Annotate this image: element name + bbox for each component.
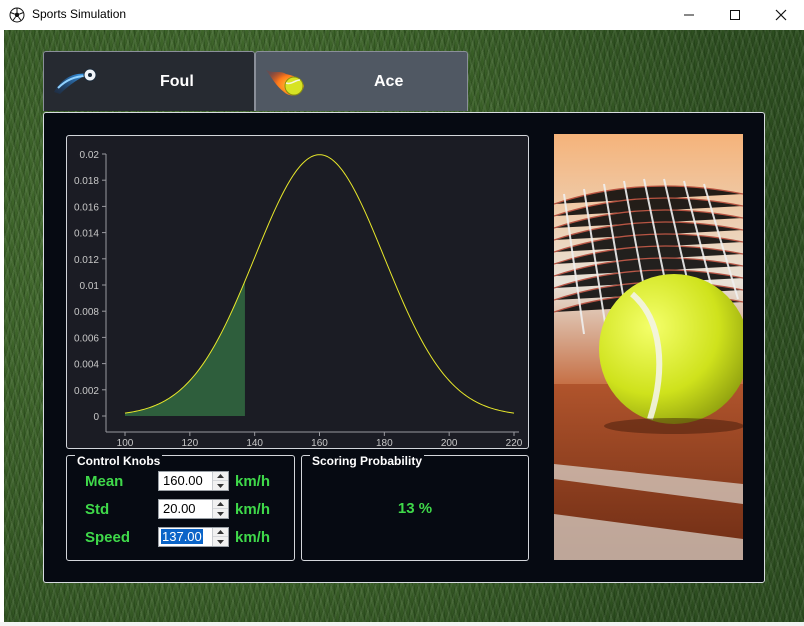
scoring-probability-title: Scoring Probability [310,454,425,468]
arrow-up-icon [217,474,224,478]
tab-label-foul: Foul [160,73,194,90]
x-tick-label: 120 [181,438,198,448]
y-tick-label: 0.016 [74,202,99,213]
std-value: 20.00 [163,501,196,516]
control-knobs-title: Control Knobs [75,454,163,468]
speed-decrement-button[interactable] [213,537,228,546]
minimize-button[interactable] [666,0,712,30]
chart-canvas: 0 0.002 0.004 0.006 0.008 0.01 0.012 0.014 0.016… [74,150,523,448]
control-knobs-group: Control Knobs Mean 160.00 km/h Std 20.00 [66,454,295,561]
mean-unit: km/h [235,473,271,490]
x-tick-label: 220 [506,438,523,448]
std-label: Std [85,501,110,518]
std-increment-button[interactable] [213,500,228,509]
x-tick-label: 140 [246,438,263,448]
main-panel: 0 0.002 0.004 0.006 0.008 0.01 0.012 0.014 0.016… [43,112,765,583]
tab-label-ace: Ace [374,73,404,90]
y-tick-label: 0.004 [74,360,99,371]
speed-value: 137.00 [161,529,203,544]
x-tick-label: 100 [117,438,134,448]
tab-foul[interactable]: Foul [43,51,255,111]
y-tick-label: 0.01 [80,281,100,292]
std-spinbox[interactable]: 20.00 [158,499,229,519]
close-button[interactable] [758,0,804,30]
distribution-chart: 0 0.002 0.004 0.006 0.008 0.01 0.012 0.014 0.016… [66,135,529,449]
speed-label: Speed [85,529,131,546]
y-tick-label: 0.006 [74,333,99,344]
tennis-ball-and-racket-photo [554,134,743,560]
maximize-icon [730,10,740,20]
tab-ace[interactable]: Ace [255,51,468,111]
speed-spinbox[interactable]: 137.00 [158,527,229,547]
arrow-down-icon [217,511,224,516]
window-title: Sports Simulation [32,7,127,21]
minimize-icon [684,14,694,16]
mean-value: 160.00 [163,473,203,488]
y-tick-label: 0.008 [74,307,99,318]
window-bottom-edge [0,622,804,626]
y-tick-label: 0.014 [74,229,99,240]
std-unit: km/h [235,501,271,518]
mean-spinner-arrows [212,472,228,490]
mean-label: Mean [85,473,124,490]
flaming-tennis-ball-icon [264,64,308,105]
title-bar: Sports Simulation [0,0,804,30]
std-decrement-button[interactable] [213,509,228,518]
x-tick-label: 160 [311,438,328,448]
mean-spinbox[interactable]: 160.00 [158,471,229,491]
maximize-button[interactable] [712,0,758,30]
y-tick-label: 0.012 [74,255,99,266]
speed-spinner-arrows [212,528,228,546]
arrow-down-icon [217,483,224,488]
arrow-down-icon [217,539,224,544]
arrow-up-icon [217,530,224,534]
y-tick-label: 0.018 [74,176,99,187]
mean-decrement-button[interactable] [213,481,228,490]
ball-comet-icon [52,66,98,101]
scoring-probability-value: 13 % [397,500,433,517]
x-tick-label: 180 [376,438,393,448]
shaded-area [125,281,245,416]
density-curve [124,154,515,414]
grass-background: Foul Ace 0 0.002 0.004 0.006 0.008 0.01 0.0 [4,30,804,622]
mean-increment-button[interactable] [213,472,228,481]
soccer-ball-icon [9,7,25,23]
speed-increment-button[interactable] [213,528,228,537]
std-spinner-arrows [212,500,228,518]
arrow-up-icon [217,502,224,506]
speed-unit: km/h [235,529,271,546]
x-tick-label: 200 [441,438,458,448]
scoring-probability-group: Scoring Probability 13 % [301,454,529,561]
close-icon [775,9,787,21]
y-tick-label: 0.02 [80,150,100,161]
y-tick-label: 0.002 [74,386,99,397]
y-tick-label: 0 [93,412,99,423]
